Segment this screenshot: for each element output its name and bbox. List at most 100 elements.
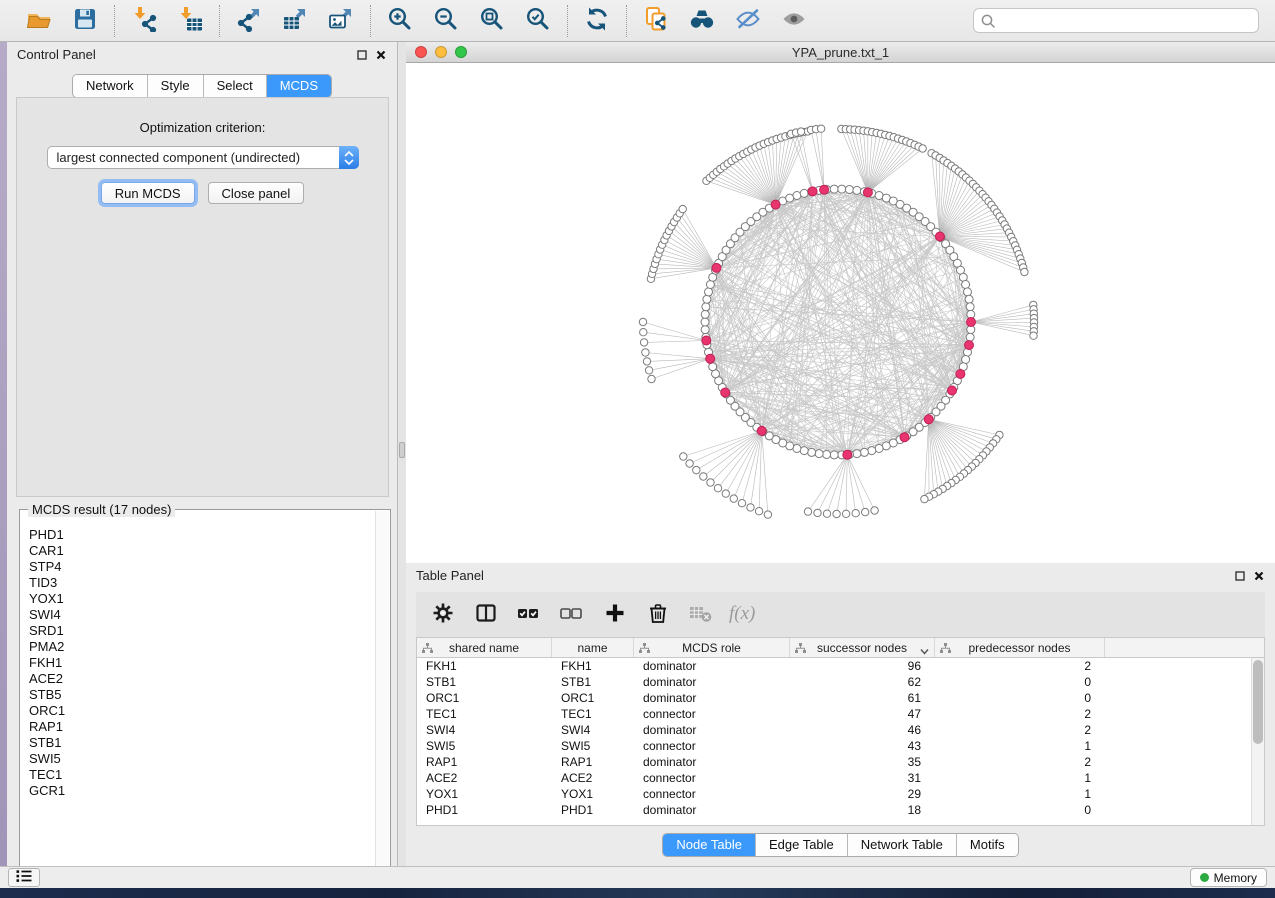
column-header-successor-nodes[interactable]: successor nodes <box>790 638 935 657</box>
tab-style[interactable]: Style <box>148 75 204 97</box>
table-row[interactable]: STB1STB1dominator620 <box>417 674 1264 690</box>
table-row[interactable]: ORC1ORC1dominator610 <box>417 690 1264 706</box>
function-builder-button: f(x) <box>732 603 756 627</box>
add-row-button[interactable] <box>603 603 627 627</box>
optimization-criterion-label: Optimization criterion: <box>17 120 388 135</box>
zoom-fit-button[interactable] <box>477 6 507 36</box>
node-table-header: shared name nameMCDS rolesuccessor nodesp… <box>417 638 1264 658</box>
mcds-result-list[interactable]: PHD1CAR1STP4TID3YOX1SWI4SRD1PMA2FKH1ACE2… <box>20 510 390 799</box>
find-button[interactable] <box>687 6 717 36</box>
table-row[interactable]: ACE2ACE2connector311 <box>417 770 1264 786</box>
mcds-result-item[interactable]: RAP1 <box>29 719 390 735</box>
open-file-button[interactable] <box>24 6 54 36</box>
show-columns-button[interactable] <box>474 603 498 627</box>
unselect-all-button[interactable] <box>560 603 584 627</box>
delete-table-button <box>689 603 713 627</box>
column-label: shared name <box>449 641 519 655</box>
mcds-result-item[interactable]: SRD1 <box>29 623 390 639</box>
table-row[interactable]: TEC1TEC1connector472 <box>417 706 1264 722</box>
network-canvas[interactable] <box>406 63 1275 563</box>
mcds-result-item[interactable]: ORC1 <box>29 703 390 719</box>
table-row[interactable]: YOX1YOX1connector291 <box>417 786 1264 802</box>
mcds-result-item[interactable]: STP4 <box>29 559 390 575</box>
mcds-result-item[interactable]: STB5 <box>29 687 390 703</box>
export-table-button[interactable] <box>280 6 310 36</box>
zoom-out-icon <box>433 6 459 35</box>
search-icon <box>980 13 996 34</box>
new-network-from-selection-button[interactable] <box>641 6 671 36</box>
memory-button[interactable]: Memory <box>1190 868 1267 887</box>
tab-edge-table[interactable]: Edge Table <box>756 834 848 856</box>
tab-motifs[interactable]: Motifs <box>957 834 1018 856</box>
export-image-icon <box>328 6 354 35</box>
network-window-titlebar[interactable]: YPA_prune.txt_1 <box>406 42 1275 63</box>
add-row-icon <box>604 602 626 627</box>
optimization-criterion-select[interactable]: largest connected component (undirected) <box>47 146 359 169</box>
table-row[interactable]: SWI5SWI5connector431 <box>417 738 1264 754</box>
mcds-result-item[interactable]: STB1 <box>29 735 390 751</box>
table-scrollbar-thumb[interactable] <box>1253 660 1263 744</box>
mcds-result-item[interactable]: ACE2 <box>29 671 390 687</box>
panel-menu-button[interactable] <box>8 868 40 887</box>
mcds-result-item[interactable]: SWI5 <box>29 751 390 767</box>
table-cell: FKH1 <box>417 658 552 674</box>
table-row[interactable]: RAP1RAP1dominator352 <box>417 754 1264 770</box>
mcds-result-item[interactable]: GCR1 <box>29 783 390 799</box>
apply-layout-button[interactable] <box>582 6 612 36</box>
control-panel-close-button[interactable] <box>375 49 387 61</box>
mcds-result-scrollbar[interactable] <box>375 511 389 878</box>
table-panel-float-button[interactable] <box>1234 570 1246 582</box>
close-panel-button[interactable]: Close panel <box>208 182 305 204</box>
panel-divider[interactable] <box>398 42 406 866</box>
find-icon <box>689 6 715 35</box>
column-type-icon <box>795 643 806 657</box>
column-header-MCDS-role[interactable]: MCDS role <box>634 638 790 657</box>
table-row[interactable]: PHD1PHD1dominator180 <box>417 802 1264 818</box>
table-panel-close-button[interactable] <box>1253 570 1265 582</box>
show-columns-icon <box>475 602 497 627</box>
hide-graphics-details-button[interactable] <box>733 6 763 36</box>
select-all-icon <box>517 603 541 626</box>
mcds-result-item[interactable]: CAR1 <box>29 543 390 559</box>
table-scrollbar[interactable] <box>1251 658 1264 825</box>
mcds-result-item[interactable]: PHD1 <box>29 527 390 543</box>
panel-divider-grip[interactable] <box>399 442 405 458</box>
zoom-in-button[interactable] <box>385 6 415 36</box>
table-cell: SWI4 <box>417 722 552 738</box>
table-row[interactable]: FKH1FKH1dominator962 <box>417 658 1264 674</box>
table-cell: dominator <box>634 674 790 690</box>
status-bar: Memory <box>0 866 1275 888</box>
table-cell: YOX1 <box>552 786 634 802</box>
mcds-result-item[interactable]: TID3 <box>29 575 390 591</box>
mcds-result-item[interactable]: FKH1 <box>29 655 390 671</box>
run-mcds-button[interactable]: Run MCDS <box>101 182 195 204</box>
save-session-button[interactable] <box>70 6 100 36</box>
tab-select[interactable]: Select <box>204 75 267 97</box>
control-panel-float-button[interactable] <box>356 49 368 61</box>
mcds-result-item[interactable]: TEC1 <box>29 767 390 783</box>
column-header-predecessor-nodes[interactable]: predecessor nodes <box>935 638 1105 657</box>
tab-mcds[interactable]: MCDS <box>267 75 331 97</box>
export-network-button[interactable] <box>234 6 264 36</box>
delete-row-button[interactable] <box>646 603 670 627</box>
mcds-result-item[interactable]: PMA2 <box>29 639 390 655</box>
import-table-button[interactable] <box>175 6 205 36</box>
column-header-shared-name[interactable]: shared name <box>417 638 552 657</box>
tab-network[interactable]: Network <box>73 75 148 97</box>
select-all-button[interactable] <box>517 603 541 627</box>
mcds-result-item[interactable]: SWI4 <box>29 607 390 623</box>
control-panel-title: Control Panel <box>17 47 96 62</box>
table-row[interactable]: SWI4SWI4dominator462 <box>417 722 1264 738</box>
table-cell: connector <box>634 770 790 786</box>
zoom-selected-button[interactable] <box>523 6 553 36</box>
table-settings-button[interactable] <box>431 603 455 627</box>
mcds-result-item[interactable]: YOX1 <box>29 591 390 607</box>
import-network-button[interactable] <box>129 6 159 36</box>
column-header-name[interactable]: name <box>552 638 634 657</box>
zoom-out-button[interactable] <box>431 6 461 36</box>
search-input[interactable] <box>973 8 1259 33</box>
tab-network-table[interactable]: Network Table <box>848 834 957 856</box>
export-image-button[interactable] <box>326 6 356 36</box>
open-file-icon <box>26 6 52 35</box>
tab-node-table[interactable]: Node Table <box>663 834 756 856</box>
